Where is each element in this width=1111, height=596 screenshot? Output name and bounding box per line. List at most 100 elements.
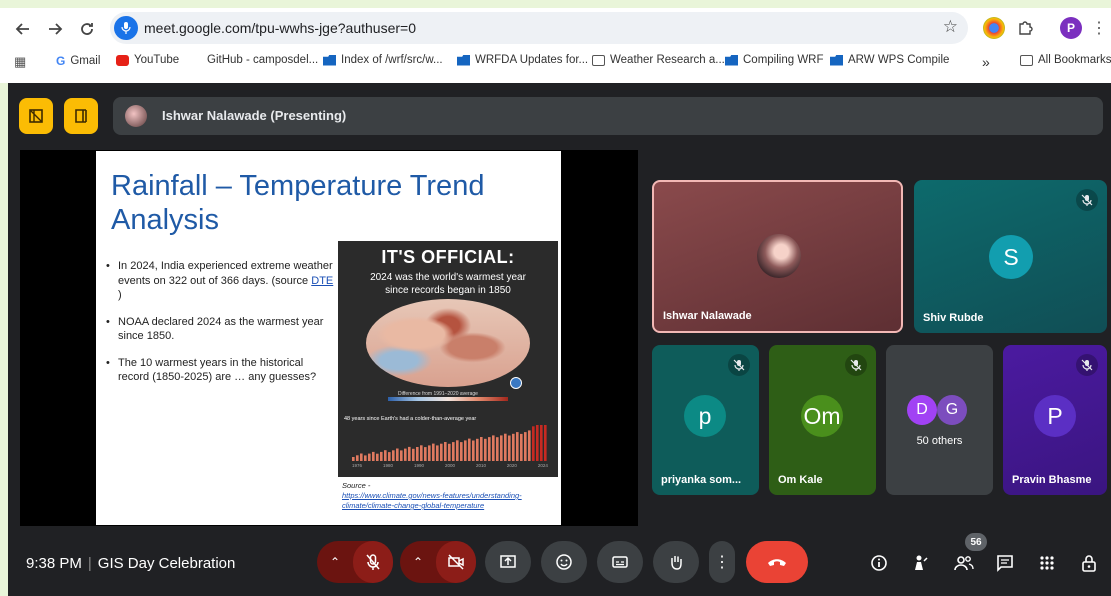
bookmark-compiling-wrf[interactable]: Compiling WRF <box>725 54 824 66</box>
poster-bar <box>356 455 359 461</box>
all-bookmarks-button[interactable]: All Bookmarks <box>1020 54 1111 66</box>
raise-hand-button[interactable] <box>653 541 699 583</box>
poster-bar <box>476 438 479 461</box>
bookmark-gmail[interactable]: G Gmail <box>56 54 100 68</box>
forward-button[interactable] <box>42 16 68 42</box>
poster-bar <box>524 432 527 461</box>
camera-toggle-button[interactable] <box>436 541 476 583</box>
chat-button[interactable] <box>993 551 1017 575</box>
poster-axis-tick: 2020 <box>506 463 517 468</box>
leave-call-button[interactable] <box>746 541 808 583</box>
bookmark-label: GitHub - camposdel... <box>207 54 319 66</box>
slide-bullets: In 2024, India experienced extreme weath… <box>104 259 334 397</box>
poster-bar <box>532 426 535 461</box>
menu-kebab-icon[interactable]: ⋮ <box>1088 17 1110 39</box>
participant-tile[interactable]: S Shiv Rubde <box>914 180 1107 333</box>
bullet-item: The 10 warmest years in the historical r… <box>104 356 334 385</box>
poster-year-axis: 1976 1980 1990 2000 2010 2020 2024 <box>352 463 548 468</box>
bookmarks-overflow-button[interactable]: » <box>982 54 990 70</box>
poster-bar <box>484 438 487 461</box>
activities-button[interactable] <box>1035 551 1059 575</box>
poster-bar <box>420 445 423 461</box>
apps-grid-icon[interactable]: ▦ <box>14 54 26 70</box>
mic-toggle-button[interactable] <box>353 541 393 583</box>
address-bar[interactable]: meet.google.com/tpu-wwhs-jge?authuser=0 … <box>110 12 968 44</box>
poster-bar <box>436 445 439 461</box>
meeting-details-button[interactable] <box>867 551 891 575</box>
host-controls-button[interactable] <box>909 551 933 575</box>
chrome-extension-icon[interactable] <box>983 17 1005 39</box>
participant-name: priyanka som... <box>661 474 742 486</box>
mic-off-icon <box>1076 189 1098 211</box>
present-icon <box>500 555 516 568</box>
source-link: DTE <box>311 274 334 287</box>
color-scale <box>388 397 508 401</box>
shared-screen[interactable]: Rainfall – Temperature Trend Analysis In… <box>20 150 638 526</box>
temperature-globe-map <box>366 299 530 387</box>
video-options-chevron-icon[interactable]: ⌃ <box>400 555 436 569</box>
hide-tiles-button[interactable] <box>19 98 53 134</box>
poster-axis-tick: 2010 <box>475 463 486 468</box>
poster-bar <box>500 435 503 461</box>
window-frame <box>0 0 1111 8</box>
extensions-puzzle-icon[interactable] <box>1014 17 1036 39</box>
puzzle-icon <box>1019 21 1033 35</box>
participant-avatar: p <box>684 395 726 437</box>
bookmark-arw-wps[interactable]: ARW WPS Compile <box>830 54 949 66</box>
participant-tile[interactable]: P Pravin Bhasme <box>1003 345 1107 495</box>
host-safety-button[interactable] <box>1077 551 1101 575</box>
back-button[interactable] <box>10 16 36 42</box>
participant-tile[interactable]: p priyanka som... <box>652 345 759 495</box>
poster-bar <box>360 453 363 461</box>
bullet-text: NOAA declared 2024 as the warmest year s… <box>118 315 324 343</box>
browser-chrome: meet.google.com/tpu-wwhs-jge?authuser=0 … <box>0 0 1111 83</box>
folder-icon <box>457 54 470 66</box>
bookmark-wrfda[interactable]: WRFDA Updates for... <box>457 54 588 66</box>
microphone-icon <box>121 22 131 34</box>
reload-button[interactable] <box>74 16 100 42</box>
poster-axis-tick: 1976 <box>352 463 363 468</box>
captions-button[interactable] <box>597 541 643 583</box>
bookmark-wrf-index[interactable]: Index of /wrf/src/w... <box>323 54 443 66</box>
yearly-temperature-bars <box>352 425 547 461</box>
apps-grid-icon <box>1040 556 1054 570</box>
participant-avatar: S <box>989 235 1033 279</box>
participant-avatar <box>757 234 801 278</box>
bookmark-weather-research[interactable]: Weather Research a... <box>592 54 725 66</box>
profile-avatar[interactable]: P <box>1060 17 1082 39</box>
people-button[interactable] <box>952 551 976 575</box>
participant-tile[interactable]: Ishwar Nalawade <box>652 180 903 333</box>
presenter-bar[interactable]: Ishwar Nalawade (Presenting) <box>113 97 1103 135</box>
mic-off-icon <box>1076 354 1098 376</box>
participant-name: Pravin Bhasme <box>1012 474 1092 486</box>
poster-bar <box>400 450 403 461</box>
bookmark-youtube[interactable]: YouTube <box>116 54 179 66</box>
more-options-button[interactable]: ⋮ <box>709 541 735 583</box>
source-label: Source - <box>342 481 371 490</box>
reactions-button[interactable] <box>541 541 587 583</box>
slide-title: Rainfall – Temperature Trend Analysis <box>111 170 485 236</box>
poster-bar <box>392 450 395 461</box>
site-info-icon[interactable] <box>114 16 138 40</box>
people-count-badge: 56 <box>965 533 987 551</box>
poster-bar <box>448 443 451 461</box>
bookmark-label: ARW WPS Compile <box>848 54 950 66</box>
noaa-logo <box>510 377 522 389</box>
pin-layout-button[interactable] <box>64 98 98 134</box>
poster-bar <box>424 447 427 461</box>
poster-bar <box>520 433 523 461</box>
bookmark-github[interactable]: GitHub - camposdel... <box>207 54 318 66</box>
page-icon <box>592 54 605 66</box>
present-screen-button[interactable] <box>485 541 531 583</box>
poster-bar <box>496 437 499 461</box>
poster-axis-tick: 1990 <box>413 463 424 468</box>
others-tile[interactable]: D G 50 others <box>886 345 993 495</box>
source-url: https://www.climate.gov/news-features/un… <box>342 491 522 510</box>
participant-tile[interactable]: Om Om Kale <box>769 345 876 495</box>
poster-bar <box>536 425 539 461</box>
bookmark-star-icon[interactable]: ☆ <box>943 17 958 37</box>
slide-source: Source - https://www.climate.gov/news-fe… <box>342 481 557 511</box>
poster-bar <box>488 437 491 461</box>
audio-options-chevron-icon[interactable]: ⌃ <box>317 555 353 569</box>
poster-bar <box>456 440 459 461</box>
